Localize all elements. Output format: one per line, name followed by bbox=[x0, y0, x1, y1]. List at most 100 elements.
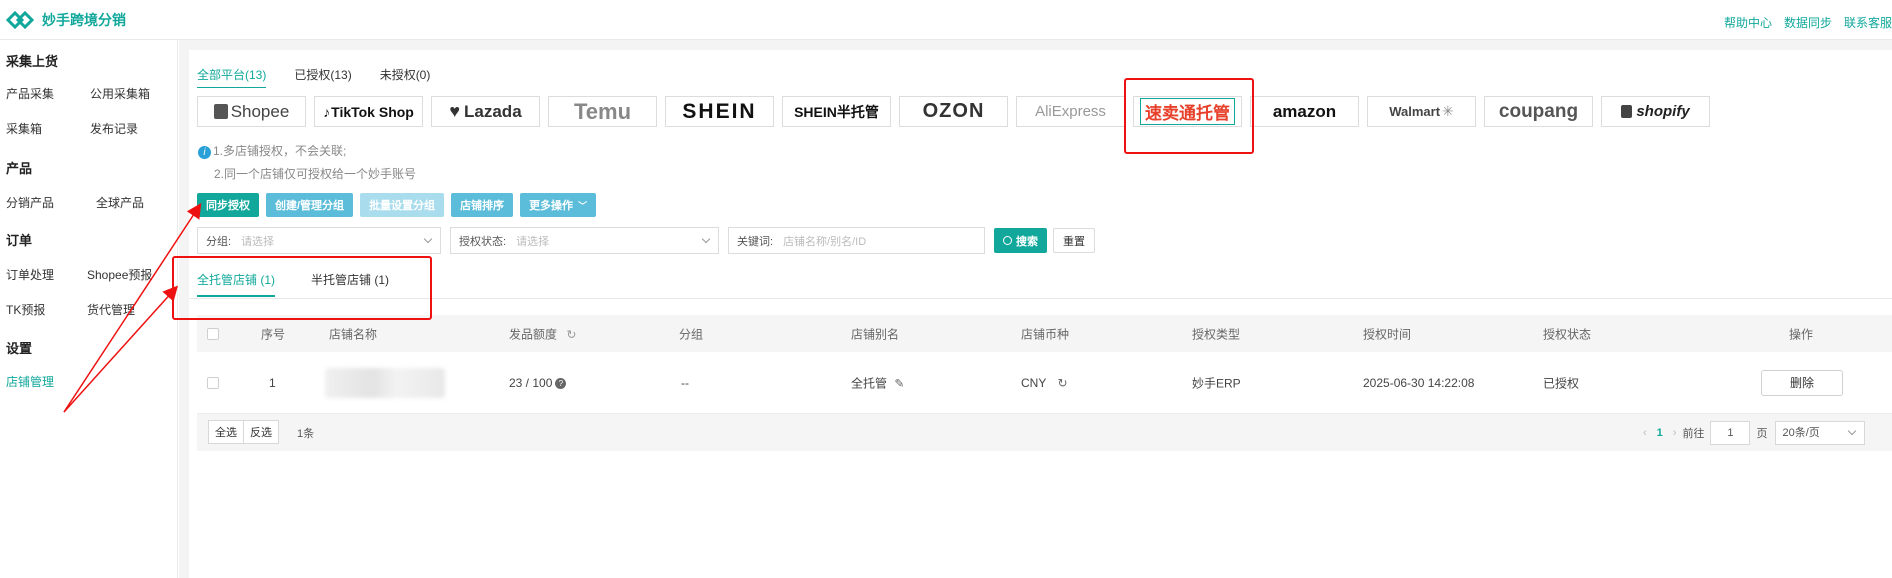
invert-selection-button[interactable]: 反选 bbox=[243, 420, 279, 444]
sidebar-item-global-product[interactable]: 全球产品 bbox=[96, 194, 144, 211]
row-currency-value: CNY bbox=[1021, 375, 1047, 390]
auth-status-select[interactable]: 授权状态: 请选择 bbox=[450, 227, 719, 254]
page-size-select[interactable]: 20条/页 bbox=[1775, 420, 1866, 445]
sidebar-section-settings: 设置 bbox=[6, 341, 33, 356]
sidebar-item-order-process[interactable]: 订单处理 bbox=[6, 266, 54, 283]
shopify-bag-icon bbox=[1621, 105, 1633, 118]
row-alias: 全托管 ✎ bbox=[851, 374, 904, 391]
sidebar-item-shopee-forecast[interactable]: Shopee预报 bbox=[87, 266, 152, 283]
platform-walmart[interactable]: Walmart ✳ bbox=[1367, 96, 1476, 127]
refresh-icon[interactable]: ↻ bbox=[566, 327, 576, 341]
row-auth-time: 2025-06-30 14:22:08 bbox=[1363, 375, 1475, 390]
sidebar-item-tk-forecast[interactable]: TK预报 bbox=[6, 301, 45, 318]
platform-temu[interactable]: Temu bbox=[548, 96, 657, 127]
group-select-placeholder: 请选择 bbox=[241, 235, 275, 248]
help-center-link[interactable]: 帮助中心 bbox=[1724, 14, 1772, 31]
platform-tiktok-label: TikTok Shop bbox=[331, 103, 414, 120]
platform-shein[interactable]: SHEIN bbox=[665, 96, 774, 127]
goto-label: 前往 bbox=[1682, 427, 1705, 440]
keyword-placeholder: 店铺名称/别名/ID bbox=[783, 235, 867, 248]
row-alias-value: 全托管 bbox=[851, 376, 888, 390]
record-count: 1条 bbox=[297, 427, 315, 440]
next-page-icon[interactable]: › bbox=[1673, 427, 1677, 439]
filter-bar: 分组: 请选择 授权状态: 请选择 关键词: 店铺名称/别名/ID 搜索 重置 bbox=[197, 227, 1095, 254]
page-number-current[interactable]: 1 bbox=[1657, 427, 1663, 439]
sidebar-item-dist-product[interactable]: 分销产品 bbox=[6, 194, 54, 211]
auth-status-label: 授权状态: bbox=[459, 235, 507, 248]
top-header: 妙手跨境分销 帮助中心 数据同步 联系客服 bbox=[0, 0, 1892, 40]
sidebar-item-product-collect[interactable]: 产品采集 bbox=[6, 85, 54, 102]
action-bar: 同步授权 创建/管理分组 批量设置分组 店铺排序 更多操作 ﹀ bbox=[197, 193, 603, 217]
tab-all-platforms[interactable]: 全部平台(13) bbox=[197, 66, 267, 88]
group-select[interactable]: 分组: 请选择 bbox=[197, 227, 441, 254]
brand-name: 妙手跨境分销 bbox=[42, 12, 126, 28]
prev-page-icon[interactable]: ‹ bbox=[1643, 427, 1647, 439]
platform-aliexpress-managed[interactable]: 速卖通托管 bbox=[1133, 96, 1242, 127]
col-quota: 发品额度 ↻ bbox=[509, 325, 576, 342]
platform-shein-semi[interactable]: SHEIN半托管 bbox=[782, 96, 891, 127]
edit-icon[interactable]: ✎ bbox=[894, 376, 904, 390]
col-currency: 店铺币种 bbox=[1021, 327, 1070, 341]
col-auth-type: 授权类型 bbox=[1192, 327, 1241, 341]
help-icon[interactable]: ? bbox=[555, 377, 567, 389]
col-actions: 操作 bbox=[1789, 327, 1814, 341]
platform-aliexpress-label: AliExpress bbox=[1035, 103, 1106, 120]
more-actions-button[interactable]: 更多操作 ﹀ bbox=[520, 193, 597, 217]
sidebar-item-public-collect-box[interactable]: 公用采集箱 bbox=[90, 85, 150, 102]
chevron-down-icon bbox=[423, 234, 433, 244]
chevron-down-icon bbox=[1848, 426, 1857, 435]
page-unit-label: 页 bbox=[1756, 427, 1768, 440]
platform-ozon-label: OZON bbox=[922, 100, 985, 122]
data-sync-link[interactable]: 数据同步 bbox=[1784, 14, 1832, 31]
select-all-button[interactable]: 全选 bbox=[208, 420, 244, 444]
walmart-spark-icon: ✳ bbox=[1442, 103, 1454, 119]
platform-shopify-label: shopify bbox=[1636, 103, 1690, 120]
sidebar-item-forwarder[interactable]: 货代管理 bbox=[87, 301, 135, 318]
goto-page-input[interactable]: 1 bbox=[1710, 420, 1751, 445]
platform-shein-semi-label: SHEIN半托管 bbox=[794, 103, 879, 120]
tab-unauthorized[interactable]: 未授权(0) bbox=[380, 66, 431, 88]
tab-authorized[interactable]: 已授权(13) bbox=[294, 66, 351, 88]
platform-coupang[interactable]: coupang bbox=[1484, 96, 1593, 127]
sidebar-item-publish-record[interactable]: 发布记录 bbox=[90, 120, 138, 137]
row-auth-status: 已授权 bbox=[1543, 376, 1580, 390]
select-all-checkbox[interactable] bbox=[207, 327, 219, 340]
logo[interactable]: 妙手跨境分销 bbox=[6, 10, 126, 30]
delete-button[interactable]: 删除 bbox=[1761, 369, 1843, 396]
pagination: ‹ 1 › 前往 1 页 20条/页 bbox=[1643, 414, 1866, 451]
platform-amazon[interactable]: amazon bbox=[1250, 96, 1359, 127]
search-button[interactable]: 搜索 bbox=[994, 228, 1047, 253]
manage-group-button[interactable]: 创建/管理分组 bbox=[266, 193, 354, 217]
contact-support-link[interactable]: 联系客服 bbox=[1844, 14, 1892, 31]
row-quota-value: 23 / 100 bbox=[509, 375, 553, 390]
info-icon: i bbox=[198, 146, 211, 159]
sync-auth-button[interactable]: 同步授权 bbox=[197, 193, 259, 217]
row-checkbox[interactable] bbox=[207, 376, 219, 389]
table-header: 序号 店铺名称 发品额度 ↻ 分组 店铺别名 店铺币种 授权类型 授权时间 授权… bbox=[197, 315, 1892, 352]
platform-lazada[interactable]: ♥ Lazada bbox=[431, 96, 540, 127]
refresh-icon[interactable]: ↻ bbox=[1057, 376, 1067, 390]
tab-semi-managed[interactable]: 半托管店铺 (1) bbox=[311, 271, 389, 297]
platform-aliexpress[interactable]: AliExpress bbox=[1016, 96, 1125, 127]
more-actions-label: 更多操作 bbox=[529, 200, 574, 212]
platform-amazon-label: amazon bbox=[1272, 101, 1337, 121]
sidebar-item-store-manage[interactable]: 店铺管理 bbox=[6, 373, 54, 390]
platform-shopee[interactable]: Shopee bbox=[197, 96, 306, 127]
row-group: -- bbox=[681, 375, 689, 390]
platform-shopify[interactable]: shopify bbox=[1601, 96, 1710, 127]
col-auth-time: 授权时间 bbox=[1363, 327, 1412, 341]
sidebar-item-collect-box[interactable]: 采集箱 bbox=[6, 120, 42, 137]
sidebar-section-collect: 采集上货 bbox=[6, 54, 59, 69]
platform-tiktok-shop[interactable]: ♪ TikTok Shop bbox=[314, 96, 423, 127]
col-quota-label: 发品额度 bbox=[509, 327, 558, 341]
store-sort-button[interactable]: 店铺排序 bbox=[451, 193, 514, 217]
keyword-input[interactable]: 关键词: 店铺名称/别名/ID bbox=[728, 227, 985, 254]
reset-button[interactable]: 重置 bbox=[1053, 228, 1095, 253]
row-index: 1 bbox=[269, 375, 276, 390]
platform-ozon[interactable]: OZON bbox=[899, 96, 1008, 127]
platform-shopee-label: Shopee bbox=[230, 101, 290, 121]
store-type-tabs: 全托管店铺 (1) 半托管店铺 (1) bbox=[197, 271, 425, 297]
tab-full-managed[interactable]: 全托管店铺 (1) bbox=[197, 271, 276, 297]
batch-group-button[interactable]: 批量设置分组 bbox=[360, 193, 445, 217]
row-quota: 23 / 100? bbox=[509, 375, 567, 390]
